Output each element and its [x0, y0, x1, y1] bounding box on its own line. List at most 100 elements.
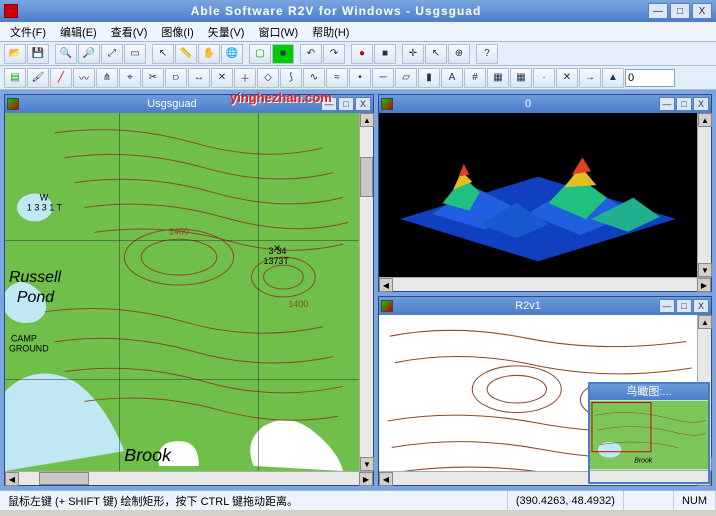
- label-elev2: 1400: [288, 299, 308, 309]
- status-mode: NUM: [674, 491, 716, 510]
- join-icon[interactable]: ⫐: [165, 68, 187, 88]
- zoom-in-icon[interactable]: 🔍: [55, 44, 77, 64]
- workspace: yinghezhan.com Usgsguad — □ X: [0, 90, 716, 490]
- svg-text:1 3 3 1 T: 1 3 3 1 T: [27, 202, 63, 212]
- snap-icon[interactable]: ⌖: [119, 68, 141, 88]
- layer2-icon[interactable]: ▦: [487, 68, 509, 88]
- menu-vector[interactable]: 矢量(V): [202, 22, 251, 42]
- menu-view[interactable]: 查看(V): [105, 22, 154, 42]
- 3d-min-button[interactable]: —: [659, 97, 675, 111]
- birdseye-canvas[interactable]: Brook: [590, 400, 708, 470]
- globe-icon[interactable]: 🌐: [221, 44, 243, 64]
- 3d-scrollbar-h[interactable]: ◀ ▶: [379, 277, 711, 291]
- move-node-icon[interactable]: ↔: [188, 68, 210, 88]
- layer-icon[interactable]: ▤: [4, 68, 26, 88]
- menu-edit[interactable]: 编辑(E): [54, 22, 103, 42]
- menubar: 文件(F) 编辑(E) 查看(V) 图像(I) 矢量(V) 窗口(W) 帮助(H…: [0, 22, 716, 42]
- birdseye-window[interactable]: 鸟瞰图:... Brook: [588, 382, 710, 484]
- map-canvas[interactable]: W 1 3 3 1 T Russell Pond CAMP GROUND Bro…: [5, 113, 359, 471]
- node-icon[interactable]: ⋔: [96, 68, 118, 88]
- stop-icon[interactable]: ■: [374, 44, 396, 64]
- scroll-right-icon[interactable]: ▶: [359, 472, 373, 486]
- vec-close-button[interactable]: X: [693, 299, 709, 313]
- zoom-region-icon[interactable]: ▭: [124, 44, 146, 64]
- edge-icon[interactable]: ─: [372, 68, 394, 88]
- text-icon[interactable]: A: [441, 68, 463, 88]
- crosshair-icon[interactable]: ✛: [402, 44, 424, 64]
- vertex-icon[interactable]: •: [349, 68, 371, 88]
- line-icon[interactable]: ╱: [50, 68, 72, 88]
- redo-icon[interactable]: ↷: [323, 44, 345, 64]
- app-title: Able Software R2V for Windows - Usgsguad: [24, 4, 648, 18]
- 3d-max-button[interactable]: □: [676, 97, 692, 111]
- map-max-button[interactable]: □: [338, 97, 354, 111]
- toolbar-2: ▤ 🖌 ╱ 〰 ⋔ ⌖ ✂ ⫐ ↔ ✕ ＋ ◇ ⟆ ∿ ≈ • ─ ▱ ▮ A …: [0, 66, 716, 90]
- scroll-left-icon[interactable]: ◀: [5, 472, 19, 486]
- svg-text:×: ×: [273, 241, 280, 255]
- pointer-icon[interactable]: ↖: [152, 44, 174, 64]
- maximize-button[interactable]: □: [670, 3, 690, 19]
- simplify-icon[interactable]: ≈: [326, 68, 348, 88]
- measure-icon[interactable]: 📏: [175, 44, 197, 64]
- split-icon[interactable]: ✂: [142, 68, 164, 88]
- cross-icon[interactable]: ✕: [556, 68, 578, 88]
- grid-icon[interactable]: ▦: [510, 68, 532, 88]
- fill-icon[interactable]: ▮: [418, 68, 440, 88]
- select-fill-icon[interactable]: ■: [272, 44, 294, 64]
- map-scrollbar-v[interactable]: ▲ ▼: [359, 113, 373, 471]
- scroll-up-icon[interactable]: ▲: [360, 113, 374, 127]
- toolbar-1: 📂 💾 🔍 🔎 ⤢ ▭ ↖ 📏 ✋ 🌐 ▢ ■ ↶ ↷ ● ■ ✛ ↖ ⊕ ?: [0, 42, 716, 66]
- 3d-window: 0 — □ X: [378, 94, 712, 292]
- vector-title: R2v1: [397, 300, 659, 312]
- attr-icon[interactable]: #: [464, 68, 486, 88]
- point-icon[interactable]: ·: [533, 68, 555, 88]
- map-close-button[interactable]: X: [355, 97, 371, 111]
- menu-image[interactable]: 图像(I): [155, 22, 199, 42]
- face-icon[interactable]: ▱: [395, 68, 417, 88]
- window-buttons: — □ X: [648, 3, 712, 19]
- label-pond: Pond: [17, 289, 55, 306]
- pointer2-icon[interactable]: ↖: [425, 44, 447, 64]
- arrow-icon[interactable]: →: [579, 68, 601, 88]
- scroll-down-icon[interactable]: ▼: [360, 457, 374, 471]
- vec-max-button[interactable]: □: [676, 299, 692, 313]
- minimize-button[interactable]: —: [648, 3, 668, 19]
- 3d-canvas[interactable]: [379, 113, 697, 277]
- help-icon[interactable]: ?: [476, 44, 498, 64]
- status-empty: [624, 491, 674, 510]
- brush-icon[interactable]: 🖌: [27, 68, 49, 88]
- elevation-input[interactable]: [625, 69, 675, 87]
- zoom-out-icon[interactable]: 🔎: [78, 44, 100, 64]
- menu-file[interactable]: 文件(F): [4, 22, 52, 42]
- save-icon[interactable]: 💾: [27, 44, 49, 64]
- map-scrollbar-h[interactable]: ◀ ▶: [5, 471, 373, 485]
- 3d-close-button[interactable]: X: [693, 97, 709, 111]
- menu-window[interactable]: 窗口(W): [252, 22, 304, 42]
- undo-icon[interactable]: ↶: [300, 44, 322, 64]
- del-node-icon[interactable]: ✕: [211, 68, 233, 88]
- label-tower: W: [40, 193, 49, 203]
- label-elev1: 1400: [169, 226, 189, 236]
- polyline-icon[interactable]: 〰: [73, 68, 95, 88]
- 3d-scrollbar-v[interactable]: ▲ ▼: [697, 113, 711, 277]
- zoom-fit-icon[interactable]: ⤢: [101, 44, 123, 64]
- add-node-icon[interactable]: ＋: [234, 68, 256, 88]
- menu-help[interactable]: 帮助(H): [306, 22, 355, 42]
- close-button[interactable]: X: [692, 3, 712, 19]
- open-icon[interactable]: 📂: [4, 44, 26, 64]
- map-window-icon: [7, 98, 19, 110]
- svg-text:GROUND: GROUND: [9, 344, 49, 354]
- marker-icon[interactable]: ▲: [602, 68, 624, 88]
- birdseye-scrollbar[interactable]: [590, 470, 708, 482]
- statusbar: 鼠标左键 (+ SHIFT 键) 绘制矩形，按下 CTRL 键拖动距离。 (39…: [0, 490, 716, 510]
- vec-min-button[interactable]: —: [659, 299, 675, 313]
- smooth-icon[interactable]: ∿: [303, 68, 325, 88]
- left-column: Usgsguad — □ X: [4, 94, 374, 486]
- record-icon[interactable]: ●: [351, 44, 373, 64]
- trace-icon[interactable]: ⟆: [280, 68, 302, 88]
- select-green-icon[interactable]: ▢: [249, 44, 271, 64]
- close-poly-icon[interactable]: ◇: [257, 68, 279, 88]
- pan-icon[interactable]: ✋: [198, 44, 220, 64]
- svg-text:1373T: 1373T: [264, 256, 290, 266]
- target-icon[interactable]: ⊕: [448, 44, 470, 64]
